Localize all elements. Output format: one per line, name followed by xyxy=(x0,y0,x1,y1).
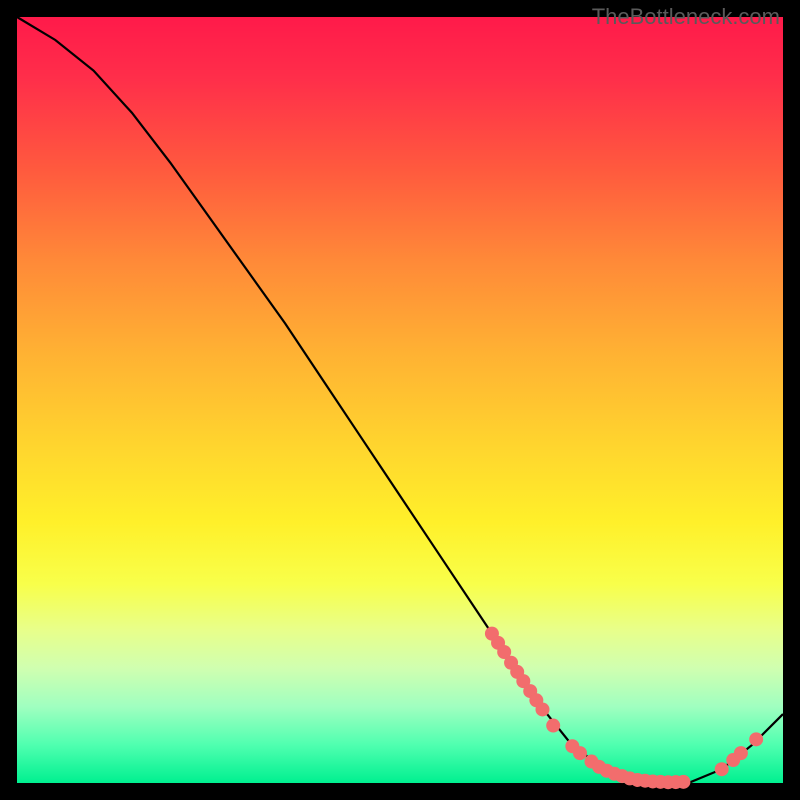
data-point xyxy=(749,732,763,746)
data-point xyxy=(734,746,748,760)
chart-svg xyxy=(17,17,783,783)
data-point xyxy=(535,702,549,716)
bottleneck-curve xyxy=(17,17,783,782)
data-point xyxy=(546,719,560,733)
data-point xyxy=(676,775,690,789)
watermark-text: TheBottleneck.com xyxy=(592,4,780,30)
scatter-points xyxy=(485,627,763,790)
data-point xyxy=(573,746,587,760)
chart-area xyxy=(17,17,783,783)
data-point xyxy=(715,762,729,776)
